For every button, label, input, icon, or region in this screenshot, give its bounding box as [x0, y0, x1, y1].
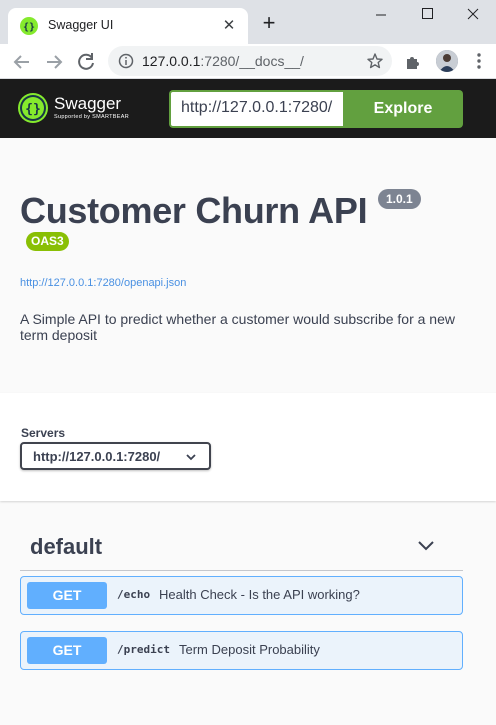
info-icon[interactable] — [118, 53, 134, 69]
collapse-chevron-icon[interactable] — [416, 536, 436, 556]
operation-get-predict[interactable]: GET /predict Term Deposit Probability — [20, 631, 463, 670]
servers-select[interactable]: http://127.0.0.1:7280/ — [20, 442, 211, 470]
reload-icon[interactable] — [73, 49, 99, 75]
swagger-topbar: {} Swagger Supported by SMARTBEAR http:/… — [0, 79, 496, 138]
browser-tab[interactable]: {} Swagger UI ✕ — [8, 8, 248, 44]
openapi-json-link[interactable]: http://127.0.0.1:7280/openapi.json — [20, 277, 186, 289]
url-text: 127.0.0.1:7280/__docs__/ — [142, 53, 304, 69]
profile-avatar[interactable] — [436, 50, 458, 72]
maximize-icon[interactable] — [404, 0, 450, 30]
window-close-icon[interactable] — [450, 0, 496, 30]
browser-toolbar: 127.0.0.1:7280/__docs__/ — [0, 44, 496, 79]
tag-name: default — [30, 534, 103, 559]
tag-section-default[interactable]: default — [20, 522, 463, 571]
swagger-logo-text: Swagger — [54, 94, 122, 113]
api-title: Customer Churn API — [20, 190, 368, 231]
servers-selected-value: http://127.0.0.1:7280/ — [33, 449, 161, 464]
smartbear-tagline: Supported by SMARTBEAR — [54, 114, 129, 120]
extensions-puzzle-icon[interactable] — [404, 53, 422, 71]
servers-section: Servers http://127.0.0.1:7280/ — [0, 393, 496, 501]
new-tab-icon[interactable]: + — [258, 12, 280, 34]
version-badge: 1.0.1 — [378, 189, 421, 209]
servers-label: Servers — [21, 426, 66, 440]
minimize-icon[interactable] — [358, 0, 404, 30]
url-path: :7280/__docs__/ — [200, 53, 304, 69]
svg-text:{}: {} — [23, 22, 35, 33]
forward-icon[interactable] — [41, 49, 67, 75]
method-badge: GET — [27, 637, 107, 664]
api-info: Customer Churn API 1.0.1 OAS3 http://127… — [0, 138, 496, 393]
tab-title: Swagger UI — [48, 18, 114, 32]
operation-summary: Health Check - Is the API working? — [159, 587, 360, 602]
operation-get-echo[interactable]: GET /echo Health Check - Is the API work… — [20, 576, 463, 615]
api-description: A Simple API to predict whether a custom… — [20, 311, 455, 343]
swagger-favicon-icon: {} — [20, 17, 38, 35]
operation-path: /echo — [117, 588, 151, 601]
browser-menu-icon[interactable] — [470, 51, 488, 71]
back-icon[interactable] — [9, 49, 35, 75]
operation-path: /predict — [117, 643, 170, 656]
spec-url-input[interactable]: http://127.0.0.1:7280/ — [169, 90, 344, 128]
url-host: 127.0.0.1 — [142, 53, 201, 69]
oas-badge: OAS3 — [26, 232, 69, 251]
browser-tab-bar: {} Swagger UI ✕ + — [0, 0, 496, 44]
address-bar[interactable]: 127.0.0.1:7280/__docs__/ — [108, 46, 392, 76]
close-tab-icon[interactable]: ✕ — [220, 17, 238, 35]
chevron-down-icon — [185, 450, 197, 462]
swagger-logo-icon[interactable]: {} — [18, 93, 48, 123]
method-badge: GET — [27, 582, 107, 609]
operation-summary: Term Deposit Probability — [179, 642, 320, 657]
bookmark-star-icon[interactable] — [366, 52, 384, 70]
explore-button[interactable]: Explore — [343, 90, 463, 128]
svg-text:{}: {} — [25, 102, 41, 117]
